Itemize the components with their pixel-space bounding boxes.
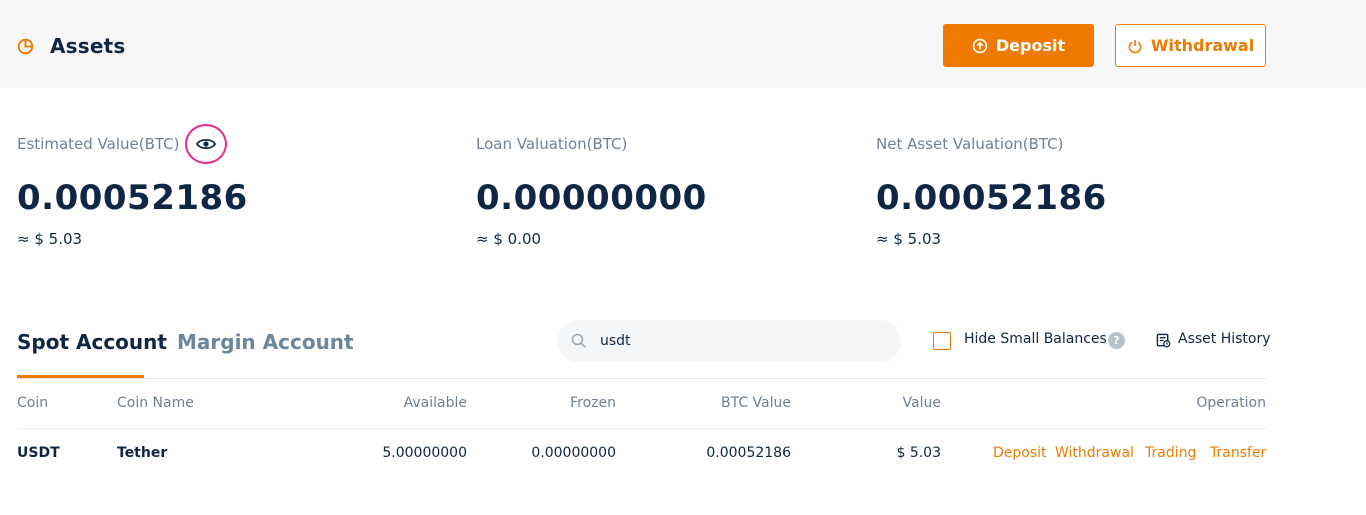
table-header-divider bbox=[17, 428, 1266, 429]
column-header-available: Available bbox=[403, 395, 467, 411]
asset-history-link[interactable]: Asset History bbox=[1178, 331, 1271, 347]
active-tab-indicator bbox=[17, 375, 144, 378]
deposit-icon bbox=[972, 38, 988, 53]
tab-margin-account[interactable]: Margin Account bbox=[177, 330, 354, 354]
column-header-coin: Coin bbox=[17, 395, 49, 411]
assets-header: Assets Deposit Withdrawal bbox=[0, 0, 1366, 88]
power-icon bbox=[1128, 39, 1142, 53]
deposit-button-label: Deposit bbox=[995, 36, 1066, 55]
help-icon[interactable]: ? bbox=[1108, 332, 1125, 349]
withdrawal-button[interactable]: Withdrawal bbox=[1115, 24, 1266, 67]
column-header-btc-value: BTC Value bbox=[720, 395, 791, 411]
tab-divider bbox=[17, 378, 1266, 379]
cell-frozen: 0.00000000 bbox=[531, 445, 616, 461]
row-withdrawal-link[interactable]: Withdrawal bbox=[1055, 445, 1134, 461]
net-asset-label: Net Asset Valuation(BTC) bbox=[876, 135, 1064, 153]
cell-value: $ 5.03 bbox=[896, 445, 941, 461]
estimated-value-label: Estimated Value(BTC) bbox=[17, 135, 180, 153]
cell-available: 5.00000000 bbox=[382, 445, 467, 461]
withdrawal-button-label: Withdrawal bbox=[1150, 36, 1255, 55]
column-header-frozen: Frozen bbox=[570, 395, 616, 411]
search-icon bbox=[571, 333, 587, 349]
toggle-visibility-button[interactable] bbox=[185, 124, 227, 164]
cell-btc-value: 0.00052186 bbox=[706, 445, 791, 461]
column-header-operation: Operation bbox=[1196, 395, 1266, 411]
hide-small-balances-checkbox[interactable] bbox=[933, 332, 951, 350]
column-header-coin-name: Coin Name bbox=[117, 395, 194, 411]
tab-spot-account[interactable]: Spot Account bbox=[17, 330, 167, 354]
asset-history-icon[interactable] bbox=[1156, 333, 1171, 348]
pie-chart-icon bbox=[17, 38, 34, 55]
loan-valuation-value: 0.00000000 bbox=[476, 178, 707, 218]
page-title: Assets bbox=[50, 34, 126, 58]
deposit-button[interactable]: Deposit bbox=[943, 24, 1094, 67]
row-trading-link[interactable]: Trading bbox=[1145, 445, 1196, 461]
loan-valuation-label: Loan Valuation(BTC) bbox=[476, 135, 628, 153]
hide-small-balances-label: Hide Small Balances bbox=[964, 331, 1107, 347]
cell-coin-name: Tether bbox=[117, 445, 168, 461]
estimated-value-usd: ≈ $ 5.03 bbox=[17, 230, 83, 248]
search-input[interactable] bbox=[600, 330, 880, 352]
loan-valuation-usd: ≈ $ 0.00 bbox=[476, 230, 542, 248]
search-box bbox=[557, 320, 901, 362]
row-deposit-link[interactable]: Deposit bbox=[993, 445, 1047, 461]
estimated-value: 0.00052186 bbox=[17, 178, 248, 218]
net-asset-usd: ≈ $ 5.03 bbox=[876, 230, 942, 248]
row-transfer-link[interactable]: Transfer bbox=[1210, 445, 1266, 461]
column-header-value: Value bbox=[902, 395, 941, 411]
cell-coin: USDT bbox=[17, 445, 60, 461]
eye-icon bbox=[196, 138, 216, 150]
net-asset-value: 0.00052186 bbox=[876, 178, 1107, 218]
